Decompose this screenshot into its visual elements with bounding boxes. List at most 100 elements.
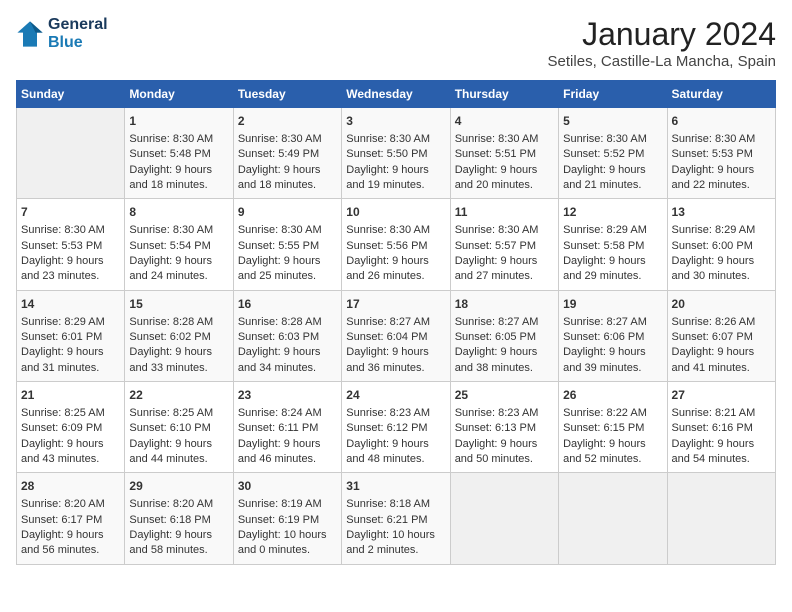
cell-info: and 50 minutes. [455,452,554,467]
cell-info: Sunset: 6:07 PM [672,330,771,345]
cell-info: and 46 minutes. [238,452,337,467]
cell-info: and 36 minutes. [346,361,445,376]
calendar-cell: 30Sunrise: 8:19 AMSunset: 6:19 PMDayligh… [233,473,341,564]
calendar-cell: 1Sunrise: 8:30 AMSunset: 5:48 PMDaylight… [125,108,233,199]
calendar-cell: 8Sunrise: 8:30 AMSunset: 5:54 PMDaylight… [125,199,233,290]
calendar-cell: 17Sunrise: 8:27 AMSunset: 6:04 PMDayligh… [342,290,450,381]
cell-info: Sunrise: 8:28 AM [129,315,228,330]
day-number: 30 [238,478,337,495]
calendar-cell: 7Sunrise: 8:30 AMSunset: 5:53 PMDaylight… [17,199,125,290]
cell-info: Daylight: 9 hours [672,345,771,360]
calendar-header-row: SundayMondayTuesdayWednesdayThursdayFrid… [17,81,776,108]
day-number: 25 [455,387,554,404]
cell-info: Sunset: 6:13 PM [455,421,554,436]
cell-info: Daylight: 9 hours [563,254,662,269]
cell-info: and 34 minutes. [238,361,337,376]
cell-info: Sunset: 6:06 PM [563,330,662,345]
day-number: 2 [238,113,337,130]
cell-info: Sunset: 6:15 PM [563,421,662,436]
day-number: 26 [563,387,662,404]
day-number: 24 [346,387,445,404]
calendar-cell: 31Sunrise: 8:18 AMSunset: 6:21 PMDayligh… [342,473,450,564]
cell-info: Sunset: 6:17 PM [21,513,120,528]
cell-info: Daylight: 9 hours [21,528,120,543]
cell-info: Daylight: 9 hours [563,345,662,360]
cell-info: and 38 minutes. [455,361,554,376]
cell-info: Sunset: 5:55 PM [238,239,337,254]
cell-info: Sunset: 5:57 PM [455,239,554,254]
cell-info: and 22 minutes. [672,178,771,193]
day-number: 14 [21,296,120,313]
week-row-1: 1Sunrise: 8:30 AMSunset: 5:48 PMDaylight… [17,108,776,199]
cell-info: Sunrise: 8:30 AM [129,132,228,147]
day-number: 1 [129,113,228,130]
cell-info: Sunrise: 8:30 AM [563,132,662,147]
cell-info: Sunset: 5:58 PM [563,239,662,254]
cell-info: and 31 minutes. [21,361,120,376]
cell-info: Sunset: 6:10 PM [129,421,228,436]
calendar-cell: 25Sunrise: 8:23 AMSunset: 6:13 PMDayligh… [450,382,558,473]
calendar-cell: 16Sunrise: 8:28 AMSunset: 6:03 PMDayligh… [233,290,341,381]
cell-info: Sunset: 5:52 PM [563,147,662,162]
calendar-cell: 5Sunrise: 8:30 AMSunset: 5:52 PMDaylight… [559,108,667,199]
calendar-cell: 15Sunrise: 8:28 AMSunset: 6:02 PMDayligh… [125,290,233,381]
cell-info: Sunrise: 8:30 AM [455,223,554,238]
cell-info: Sunrise: 8:29 AM [563,223,662,238]
day-number: 22 [129,387,228,404]
calendar-cell: 2Sunrise: 8:30 AMSunset: 5:49 PMDaylight… [233,108,341,199]
calendar-cell: 20Sunrise: 8:26 AMSunset: 6:07 PMDayligh… [667,290,775,381]
col-header-saturday: Saturday [667,81,775,108]
cell-info: Sunrise: 8:21 AM [672,406,771,421]
page-header: General Blue January 2024 Setiles, Casti… [16,16,776,70]
cell-info: Daylight: 9 hours [21,345,120,360]
cell-info: Sunset: 6:12 PM [346,421,445,436]
calendar-cell: 18Sunrise: 8:27 AMSunset: 6:05 PMDayligh… [450,290,558,381]
calendar-cell: 29Sunrise: 8:20 AMSunset: 6:18 PMDayligh… [125,473,233,564]
calendar-cell: 11Sunrise: 8:30 AMSunset: 5:57 PMDayligh… [450,199,558,290]
cell-info: Sunrise: 8:30 AM [238,223,337,238]
cell-info: Daylight: 9 hours [672,163,771,178]
cell-info: Sunrise: 8:27 AM [346,315,445,330]
day-number: 13 [672,204,771,221]
cell-info: Daylight: 9 hours [129,163,228,178]
cell-info: Daylight: 9 hours [238,254,337,269]
cell-info: Sunrise: 8:18 AM [346,497,445,512]
cell-info: and 30 minutes. [672,269,771,284]
cell-info: Daylight: 9 hours [129,528,228,543]
cell-info: and 39 minutes. [563,361,662,376]
cell-info: Sunrise: 8:23 AM [346,406,445,421]
cell-info: Daylight: 9 hours [21,254,120,269]
title-block: January 2024 Setiles, Castille-La Mancha… [548,16,776,70]
cell-info: Sunrise: 8:25 AM [129,406,228,421]
cell-info: Daylight: 9 hours [455,163,554,178]
cell-info: and 56 minutes. [21,543,120,558]
calendar-cell [559,473,667,564]
cell-info: and 18 minutes. [238,178,337,193]
logo-text: General Blue [48,16,108,52]
cell-info: Sunrise: 8:29 AM [21,315,120,330]
day-number: 6 [672,113,771,130]
calendar-cell: 14 Sunrise: 8:29 AMSunset: 6:01 PMDayligh… [17,290,125,381]
cell-info: Sunrise: 8:28 AM [238,315,337,330]
day-number: 28 [21,478,120,495]
calendar-cell: 27Sunrise: 8:21 AMSunset: 6:16 PMDayligh… [667,382,775,473]
cell-info: and 43 minutes. [21,452,120,467]
cell-info: Daylight: 9 hours [238,437,337,452]
cell-info: Sunrise: 8:24 AM [238,406,337,421]
cell-info: Sunrise: 8:20 AM [129,497,228,512]
cell-info: and 29 minutes. [563,269,662,284]
cell-info: Daylight: 9 hours [129,254,228,269]
day-number: 19 [563,296,662,313]
day-number: 27 [672,387,771,404]
cell-info: Sunset: 5:51 PM [455,147,554,162]
cell-info: Sunset: 5:53 PM [672,147,771,162]
cell-info: Daylight: 9 hours [346,163,445,178]
cell-info: Daylight: 9 hours [563,437,662,452]
cell-info: Daylight: 9 hours [455,437,554,452]
col-header-sunday: Sunday [17,81,125,108]
cell-info: Sunset: 6:01 PM [21,330,120,345]
cell-info: Sunrise: 8:20 AM [21,497,120,512]
cell-info: Daylight: 9 hours [238,163,337,178]
day-number: 31 [346,478,445,495]
cell-info: Sunset: 6:09 PM [21,421,120,436]
